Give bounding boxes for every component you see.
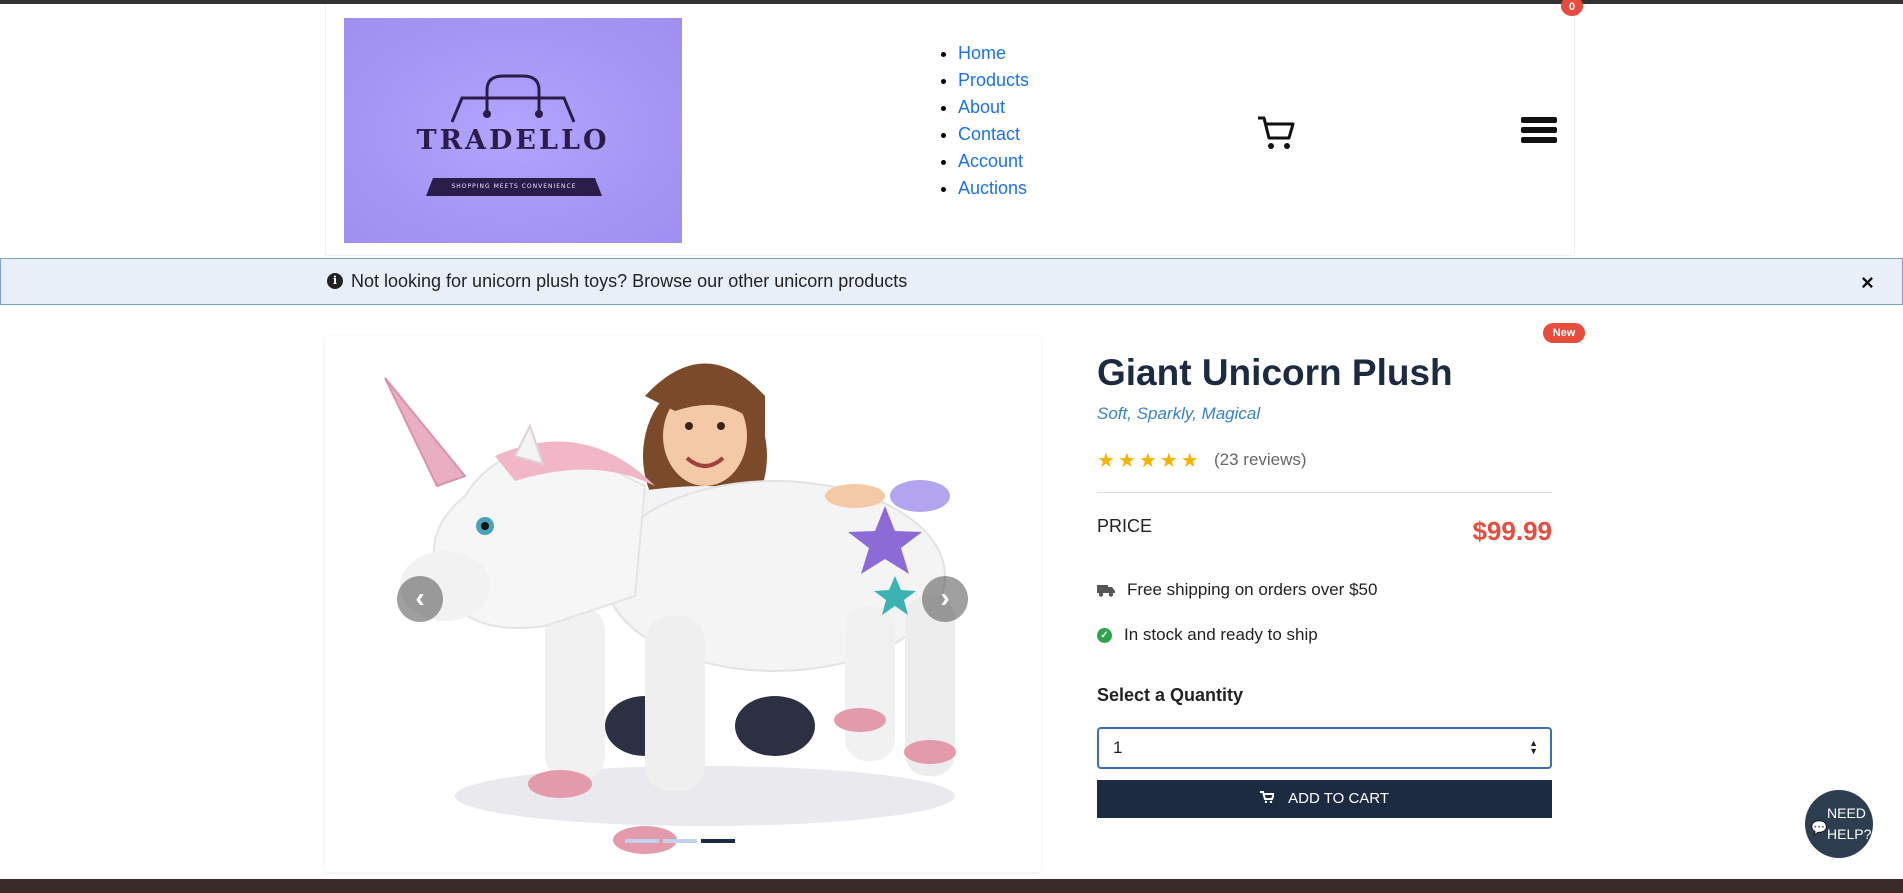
cart-icon[interactable] bbox=[1256, 112, 1296, 152]
cart-count-badge: 0 bbox=[1561, 0, 1583, 16]
brand-logo[interactable]: TRADELLO SHOPPING MEETS CONVENIENCE bbox=[344, 18, 682, 243]
main-nav: Home Products About Contact Account Auct… bbox=[940, 40, 1029, 202]
quantity-label: Select a Quantity bbox=[1097, 685, 1244, 705]
product-image-carousel: ‹ › bbox=[325, 336, 1041, 872]
divider bbox=[1097, 492, 1552, 493]
rating-stars: ★ ★ ★ ★ ★ bbox=[1097, 448, 1199, 473]
product-subtitle: Soft, Sparkly, Magical bbox=[1097, 404, 1261, 423]
nav-item-home[interactable]: Home bbox=[958, 40, 1029, 67]
help-line-1: NEED bbox=[1827, 805, 1866, 821]
price-label: PRICE bbox=[1097, 516, 1153, 536]
brand-name: TRADELLO bbox=[416, 125, 610, 156]
brand-tagline: SHOPPING MEETS CONVENIENCE bbox=[426, 178, 602, 196]
price-value: $99.99 bbox=[1472, 516, 1552, 546]
review-count[interactable]: (23 reviews) bbox=[1214, 450, 1307, 470]
alert-message[interactable]: Not looking for unicorn plush toys? Brow… bbox=[351, 271, 907, 292]
quantity-value: 1 bbox=[1113, 738, 1123, 757]
carousel-indicator-2[interactable] bbox=[663, 839, 697, 843]
chat-icon: 💬 bbox=[1811, 820, 1828, 835]
new-badge: New bbox=[1543, 323, 1585, 343]
info-icon: i bbox=[327, 273, 343, 289]
close-icon[interactable]: × bbox=[1861, 270, 1874, 296]
carousel-indicator-3[interactable] bbox=[701, 839, 735, 843]
star-icon: ★ bbox=[1097, 450, 1115, 472]
nav-item-account[interactable]: Account bbox=[958, 148, 1029, 175]
stock-info: ✓ In stock and ready to ship bbox=[1097, 625, 1318, 645]
quantity-select[interactable]: 1 ▲ ▼ bbox=[1097, 727, 1552, 769]
carousel-indicators bbox=[625, 839, 735, 843]
star-icon: ★ bbox=[1117, 450, 1136, 472]
star-icon: ★ bbox=[1138, 450, 1157, 472]
need-help-chat-button[interactable]: 💬 NEED HELP? bbox=[1805, 790, 1873, 858]
cart-mini-icon bbox=[1259, 790, 1278, 807]
add-to-cart-label: ADD TO CART bbox=[1288, 790, 1390, 807]
shipping-text: Free shipping on orders over $50 bbox=[1127, 580, 1378, 599]
add-to-cart-button[interactable]: ADD TO CART bbox=[1097, 780, 1552, 818]
nav-item-products[interactable]: Products bbox=[958, 67, 1029, 94]
carousel-next-button[interactable]: › bbox=[922, 576, 968, 622]
taskbar bbox=[0, 879, 1903, 893]
help-line-2: HELP? bbox=[1827, 826, 1872, 842]
star-icon: ★ bbox=[1159, 450, 1178, 472]
product-title: Giant Unicorn Plush bbox=[1097, 352, 1453, 393]
star-icon: ★ bbox=[1180, 450, 1199, 472]
check-circle-icon: ✓ bbox=[1097, 627, 1112, 643]
nav-item-contact[interactable]: Contact bbox=[958, 121, 1029, 148]
shipping-info: Free shipping on orders over $50 bbox=[1097, 580, 1377, 600]
carousel-indicator-1[interactable] bbox=[625, 839, 659, 843]
carousel-prev-button[interactable]: ‹ bbox=[397, 576, 443, 622]
stock-text: In stock and ready to ship bbox=[1124, 625, 1318, 644]
info-alert: i Not looking for unicorn plush toys? Br… bbox=[0, 258, 1903, 305]
select-arrows-icon: ▲ ▼ bbox=[1529, 738, 1538, 756]
hamburger-menu-icon[interactable] bbox=[1521, 117, 1557, 145]
nav-item-auctions[interactable]: Auctions bbox=[958, 175, 1029, 202]
nav-item-about[interactable]: About bbox=[958, 94, 1029, 121]
truck-icon bbox=[1097, 585, 1115, 597]
